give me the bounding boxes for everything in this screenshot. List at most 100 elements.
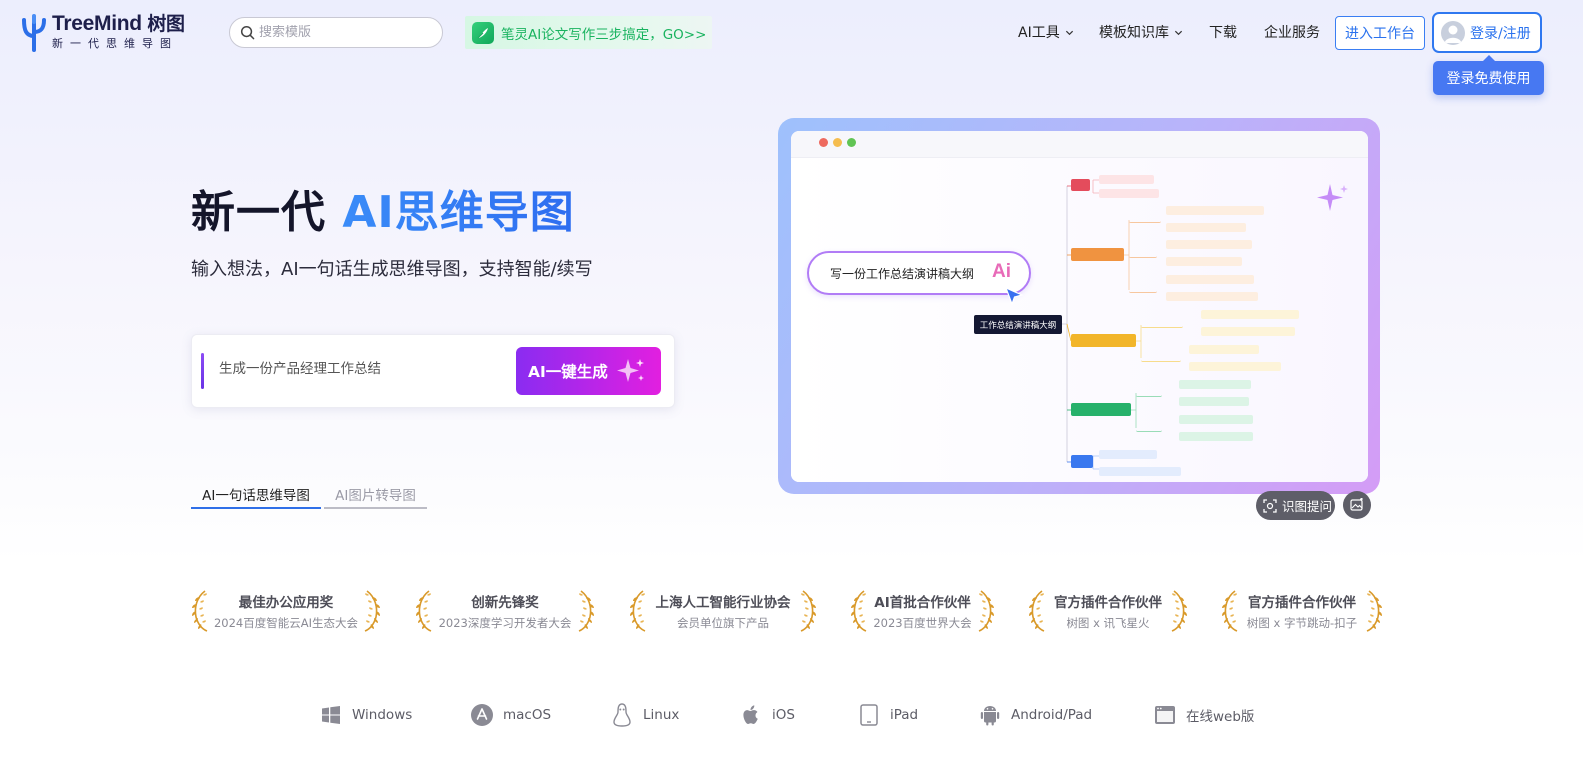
android-icon (978, 703, 1002, 727)
mindmap-leaf (1166, 240, 1252, 249)
browser-icon (1153, 703, 1177, 727)
mindmap-subnode (1136, 389, 1162, 397)
mindmap-subnode (1129, 215, 1161, 223)
ai-badge: Ai (992, 261, 1011, 282)
platform-macos[interactable]: macOS (470, 701, 551, 729)
laurel-left-icon (415, 589, 433, 637)
nav-ai-tools[interactable]: AI工具 (1018, 22, 1074, 42)
mindmap-subnode (1129, 285, 1157, 293)
mindmap-leaf (1166, 223, 1246, 232)
mindmap-branch (1071, 248, 1124, 261)
tab-ai-sentence-mindmap[interactable]: AI一句话思维导图 (191, 480, 321, 509)
enter-workbench-button[interactable]: 进入工作台 (1335, 16, 1425, 50)
image-qa-label: 识图提问 (1282, 499, 1333, 514)
award-badge: 上海人工智能行业协会 会员单位旗下产品 (629, 589, 817, 637)
nav-enterprise-label: 企业服务 (1264, 25, 1320, 41)
top-navbar: TreeMind 树图 新一代思维导图 笔灵AI论文写作三步搞定，GO>> AI… (0, 0, 1583, 66)
award-badge: 创新先锋奖 2023深度学习开发者大会 (415, 589, 595, 637)
ai-generate-button[interactable]: AI一键生成 (516, 347, 661, 395)
mindmap-leaf (1099, 189, 1159, 198)
ai-generate-label: AI一键生成 (528, 363, 608, 381)
award-badge: 最佳办公应用奖 2024百度智能云AI生态大会 (191, 589, 381, 637)
minimize-dot-icon (833, 138, 842, 147)
app-store-icon (470, 703, 494, 727)
mindmap-leaf (1201, 327, 1295, 336)
mindmap-branch (1071, 334, 1136, 347)
tablet-icon (857, 703, 881, 727)
nav-enterprise[interactable]: 企业服务 (1264, 22, 1320, 42)
mindmap-leaf (1201, 310, 1299, 319)
mindmap-leaf (1189, 362, 1281, 371)
platform-ios[interactable]: iOS (739, 701, 795, 729)
nav-ai-tools-label: AI工具 (1018, 25, 1060, 41)
platform-ipad[interactable]: iPad (857, 701, 918, 729)
promo-text: 笔灵AI论文写作三步搞定，GO>> (501, 26, 707, 43)
ai-prompt-input[interactable] (219, 359, 499, 375)
platform-web-label: 在线web版 (1186, 709, 1255, 725)
scan-icon (1263, 498, 1277, 513)
mindmap-subnode (1136, 424, 1162, 432)
laurel-right-icon (577, 589, 595, 637)
mindmap-leaf (1179, 415, 1253, 424)
ai-generate-box: AI一键生成 (191, 334, 675, 408)
chevron-down-icon (1174, 30, 1183, 35)
nav-download[interactable]: 下载 (1209, 22, 1237, 42)
promo-banner[interactable]: 笔灵AI论文写作三步搞定，GO>> (465, 16, 712, 49)
platform-windows[interactable]: Windows (319, 701, 412, 729)
mindmap-leaf (1099, 467, 1181, 476)
login-register-button[interactable]: 登录/注册 (1432, 12, 1542, 53)
platform-web[interactable]: 在线web版 (1153, 701, 1254, 729)
mindmap-leaf (1099, 450, 1157, 459)
mindmap-root-node: 工作总结演讲稿大纲 (974, 315, 1062, 334)
mindmap-leaf (1166, 275, 1254, 284)
mindmap-branch (1071, 455, 1093, 468)
maximize-dot-icon (847, 138, 856, 147)
award-badge: AI首批合作伙伴 2023百度世界大会 (850, 589, 995, 637)
image-qa-button[interactable]: 识图提问 (1256, 491, 1335, 520)
mindmap-leaf (1166, 206, 1264, 215)
nav-template-library[interactable]: 模板知识库 (1099, 22, 1183, 42)
login-free-tooltip[interactable]: 登录免费使用 (1433, 55, 1544, 95)
award-subtitle: 会员单位旗下产品 (677, 616, 769, 630)
platform-linux[interactable]: Linux (610, 701, 679, 729)
mindmap-branch (1071, 403, 1131, 416)
platform-android[interactable]: Android/Pad (978, 701, 1092, 729)
laurel-right-icon (363, 589, 381, 637)
mindmap-leaf (1099, 175, 1154, 184)
award-badge: 官方插件合作伙伴 树图 x 讯飞星火 (1028, 589, 1188, 637)
laurel-left-icon (629, 589, 647, 637)
laurel-left-icon (1221, 589, 1239, 637)
nav-template-library-label: 模板知识库 (1099, 25, 1169, 41)
mindmap-leaf (1189, 345, 1259, 354)
logo-name: TreeMind (52, 11, 142, 35)
award-title: 上海人工智能行业协会 (655, 595, 791, 611)
platform-ios-label: iOS (772, 707, 795, 723)
prompt-text: 写一份工作总结演讲稿大纲 (830, 266, 975, 281)
mindmap-branch (1071, 179, 1090, 191)
image-upload-button[interactable] (1343, 491, 1371, 519)
award-subtitle: 2023百度世界大会 (873, 616, 972, 630)
tab-ai-image-to-mindmap[interactable]: AI图片转导图 (324, 480, 427, 509)
hero-title-plain: 新一代 (191, 187, 343, 238)
award-title: 创新先锋奖 (471, 595, 539, 611)
search-box[interactable] (229, 17, 443, 48)
mindmap-canvas: 写一份工作总结演讲稿大纲 Ai 工作总结演讲稿大纲 (791, 158, 1368, 482)
laurel-right-icon (1170, 589, 1188, 637)
award-title: 官方插件合作伙伴 (1248, 595, 1356, 611)
laurel-left-icon (1028, 589, 1046, 637)
window-titlebar (791, 131, 1368, 158)
search-input[interactable] (259, 25, 429, 40)
mindmap-preview-window: 写一份工作总结演讲稿大纲 Ai 工作总结演讲稿大纲 (791, 131, 1368, 482)
mindmap-subnode (1141, 320, 1183, 328)
award-title: 最佳办公应用奖 (238, 595, 334, 611)
platform-linux-label: Linux (643, 707, 680, 723)
logo-slogan: 新一代思维导图 (52, 36, 178, 50)
laurel-left-icon (850, 589, 868, 637)
mindmap-leaf (1179, 432, 1253, 441)
input-accent-bar (201, 353, 204, 389)
logo-cn-name: 树图 (147, 12, 185, 35)
search-icon (240, 25, 255, 40)
award-title: AI首批合作伙伴 (874, 595, 971, 611)
treemind-logo[interactable]: TreeMind 树图 新一代思维导图 (20, 12, 185, 52)
preview-actions: 识图提问 (1256, 491, 1371, 520)
